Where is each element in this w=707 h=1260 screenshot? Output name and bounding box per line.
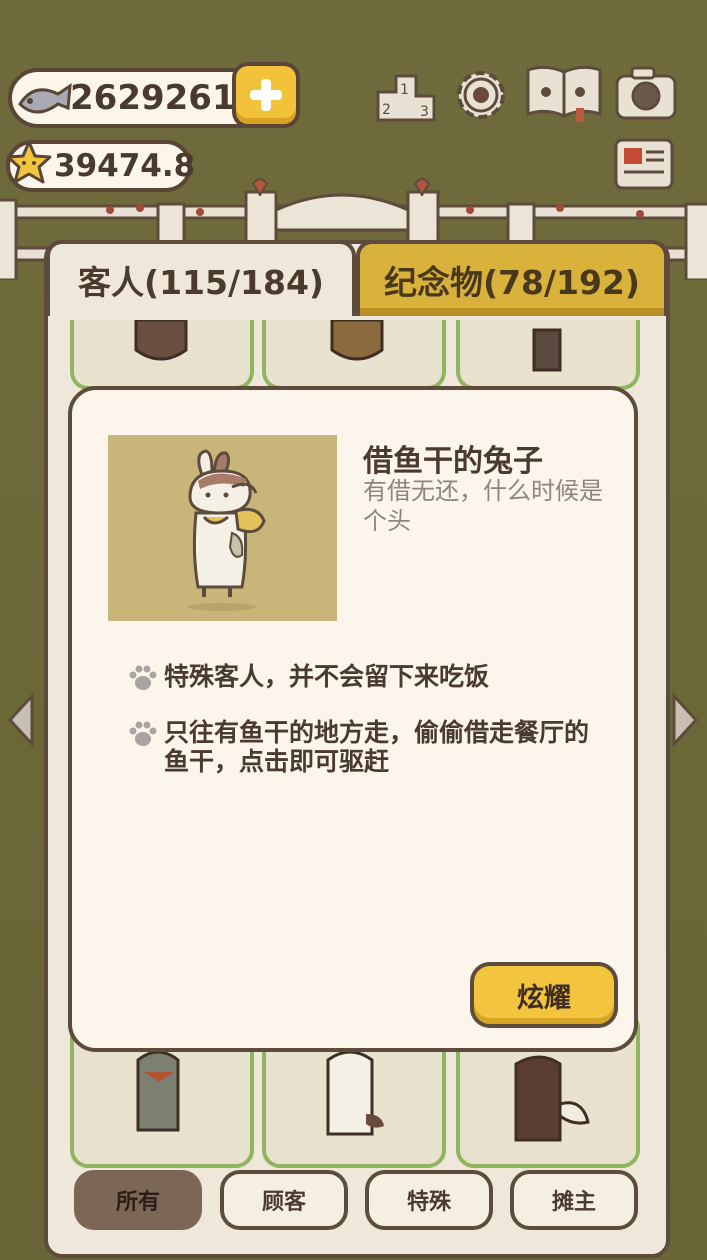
guest-name: 借鱼干的兔子 [363, 444, 543, 479]
trait-item: 特殊客人，并不会留下来吃饭 [128, 662, 608, 698]
tab-souvenirs[interactable]: 纪念物(78/192) [356, 240, 668, 316]
paw-icon [128, 720, 164, 776]
guest-portrait [108, 435, 337, 621]
guest-description: 有借无还，什么时候是个头 [363, 477, 603, 535]
rabbit-character-image [188, 449, 266, 611]
paw-icon [128, 664, 164, 698]
tab-guests[interactable]: 客人(115/184) [46, 240, 356, 316]
trait-item: 只往有鱼干的地方走，偷偷借走餐厅的鱼干，点击即可驱赶 [128, 718, 608, 776]
show-off-button[interactable]: 炫耀 [470, 962, 618, 1028]
trait-text: 特殊客人，并不会留下来吃饭 [164, 662, 490, 691]
guest-detail-modal: 借鱼干的兔子 有借无还，什么时候是个头 特殊客人，并不会留下来吃饭 只往有鱼干的… [68, 386, 638, 1052]
trait-text: 只往有鱼干的地方走，偷偷借走餐厅的鱼干，点击即可驱赶 [164, 718, 590, 776]
